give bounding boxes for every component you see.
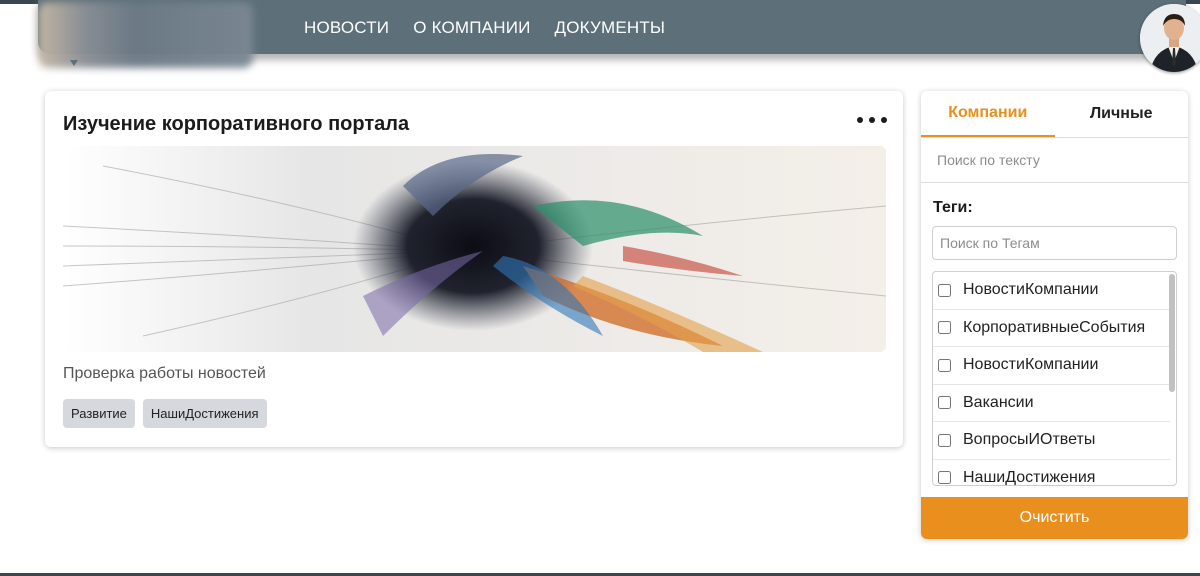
more-options-button[interactable]: [857, 109, 887, 131]
tag-option[interactable]: НовостиКомпании: [933, 272, 1170, 310]
tag-option-label: КорпоративныеСобытия: [963, 318, 1146, 336]
abstract-swirl-image: [63, 146, 886, 352]
tag-checkbox[interactable]: [938, 283, 951, 297]
tab-companies[interactable]: Компании: [921, 91, 1055, 137]
tag-option-label: НашиДостижения: [963, 468, 1096, 486]
news-cover-image[interactable]: [63, 146, 886, 352]
tags-label: Теги:: [933, 199, 973, 216]
tag-list-scrollbar[interactable]: [1169, 274, 1175, 392]
tag-option-label: НовостиКомпании: [963, 356, 1099, 374]
tag-option[interactable]: КорпоративныеСобытия: [933, 310, 1170, 347]
filter-tabs: Компании Личные: [921, 91, 1188, 138]
dot-icon: [857, 117, 863, 123]
company-logo[interactable]: [38, 2, 253, 68]
logo-pointer: [70, 60, 78, 66]
tag-checkbox[interactable]: [938, 396, 951, 410]
tag-option-label: НовостиКомпании: [963, 281, 1099, 299]
tag-option-label: ВопросыИОтветы: [963, 431, 1096, 449]
tag-checkbox[interactable]: [938, 321, 951, 335]
tab-personal[interactable]: Личные: [1055, 91, 1189, 137]
tag-option[interactable]: ВопросыИОтветы: [933, 422, 1170, 460]
nav-documents[interactable]: ДОКУМЕНТЫ: [555, 18, 666, 38]
user-avatar[interactable]: [1140, 4, 1200, 72]
tag-checkbox[interactable]: [938, 471, 951, 485]
dot-icon: [881, 117, 887, 123]
tag-search-input[interactable]: [932, 226, 1177, 260]
avatar-portrait-icon: [1140, 4, 1200, 72]
tag-chip[interactable]: Развитие: [63, 399, 135, 428]
tag-option-label: Вакансии: [963, 393, 1034, 411]
header-bar: НОВОСТИ О КОМПАНИИ ДОКУМЕНТЫ: [38, 0, 1200, 72]
nav-news[interactable]: НОВОСТИ: [304, 18, 389, 38]
filter-panel: Компании Личные Теги: НовостиКомпании Ко…: [921, 91, 1188, 539]
tag-option[interactable]: НашиДостижения: [933, 460, 1170, 486]
main-nav: НОВОСТИ О КОМПАНИИ ДОКУМЕНТЫ: [304, 18, 665, 38]
news-description: Проверка работы новостей: [63, 365, 266, 382]
nav-about[interactable]: О КОМПАНИИ: [413, 18, 530, 38]
dot-icon: [869, 117, 875, 123]
tag-chip[interactable]: НашиДостижения: [142, 399, 267, 428]
news-tags: Развитие НашиДостижения: [63, 399, 267, 428]
tag-option[interactable]: НовостиКомпании: [933, 347, 1170, 385]
text-search-input[interactable]: [921, 138, 1188, 183]
news-title[interactable]: Изучение корпоративного портала: [63, 113, 409, 136]
tag-option[interactable]: Вакансии: [933, 385, 1170, 422]
clear-filters-button[interactable]: Очистить: [921, 497, 1188, 539]
tag-checkbox[interactable]: [938, 433, 951, 447]
tag-checkbox-list[interactable]: НовостиКомпании КорпоративныеСобытия Нов…: [932, 271, 1177, 486]
tag-checkbox[interactable]: [938, 358, 951, 372]
news-card[interactable]: Изучение корпоративного портала Проверка…: [45, 91, 903, 447]
